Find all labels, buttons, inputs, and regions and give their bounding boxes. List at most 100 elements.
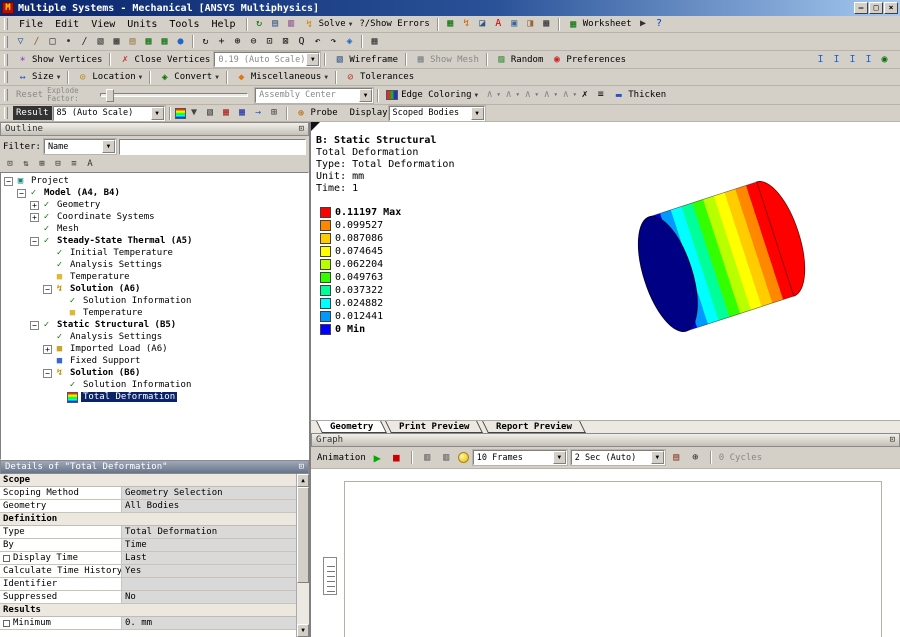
frames-select[interactable]: 10 Frames ▼: [471, 449, 568, 466]
result-scale-select[interactable]: 85 (Auto Scale) ▼: [51, 104, 166, 122]
show-mesh-button[interactable]: ▦ Show Mesh: [411, 52, 482, 68]
tab-print-preview[interactable]: Print Preview: [385, 421, 484, 433]
details-value[interactable]: [122, 578, 296, 590]
tree-item-solution-information[interactable]: ✓ Solution Information: [1, 379, 308, 391]
toolbar-grip[interactable]: [4, 53, 8, 66]
tree-item-analysis-settings[interactable]: ✓ Analysis Settings: [1, 259, 308, 271]
details-scrollbar[interactable]: ▲ ▼: [296, 474, 309, 637]
pan-view-icon[interactable]: +: [214, 34, 229, 49]
details-value[interactable]: All Bodies: [122, 500, 296, 512]
zoom-in-icon[interactable]: ⊕: [230, 34, 245, 49]
pin-icon[interactable]: ⊡: [299, 124, 304, 134]
rotate-view-icon[interactable]: ↻: [198, 34, 213, 49]
contour-mode-icon[interactable]: ▼: [187, 106, 202, 121]
expand-all-icon[interactable]: ⊞: [35, 158, 49, 171]
edge-direction-option[interactable]: ∧ ▼: [501, 88, 520, 103]
tools-grid-icon[interactable]: ▦: [443, 17, 458, 32]
menu-tools[interactable]: Tools: [163, 18, 205, 31]
chart-view-icon[interactable]: ▥: [284, 17, 299, 32]
tree-expand-toggle[interactable]: +: [30, 200, 39, 210]
contour-bands-icon[interactable]: [174, 107, 186, 119]
tab-geometry[interactable]: Geometry: [316, 421, 388, 433]
clipboard-copy-icon[interactable]: ▤: [125, 34, 140, 49]
menu-file[interactable]: File: [13, 18, 49, 31]
chevron-down-icon[interactable]: ▼: [650, 451, 664, 464]
export-video-icon[interactable]: ▤: [669, 450, 684, 465]
face-filter-icon[interactable]: ▧: [93, 34, 108, 49]
lightbulb-icon[interactable]: [457, 452, 469, 463]
details-value[interactable]: Last: [122, 552, 296, 564]
update-frequency-icon[interactable]: ▥: [439, 450, 454, 465]
bolt-tool-icon[interactable]: ↯: [459, 17, 474, 32]
close-button[interactable]: ×: [884, 2, 898, 14]
beam-orientation-icon[interactable]: I: [845, 52, 860, 67]
graph-chart-area[interactable]: [311, 469, 900, 637]
deformation-scale-select[interactable]: 0.19 (Auto Scale) ▼: [213, 51, 322, 68]
stop-icon[interactable]: ■: [389, 450, 404, 465]
name-sort-icon[interactable]: A: [83, 158, 97, 171]
miscellaneous-button[interactable]: ◆ Miscellaneous ▼: [232, 69, 331, 85]
size-button[interactable]: ↔ Size ▼: [13, 69, 63, 85]
edge-direction-option[interactable]: ∧ ▼: [539, 88, 558, 103]
no-edges-icon[interactable]: ✗: [577, 88, 592, 103]
selection-info-icon[interactable]: ▦: [157, 34, 172, 49]
close-vertices-button[interactable]: ✗ Close Vertices: [115, 52, 213, 68]
maximize-button[interactable]: □: [869, 2, 883, 14]
tree-item-total-deformation[interactable]: Total Deformation: [1, 391, 308, 403]
min-annotation-icon[interactable]: ▦: [235, 106, 250, 121]
deformed-cylinder-model[interactable]: [633, 164, 818, 354]
box-zoom-icon[interactable]: ⊡: [262, 34, 277, 49]
thicken-button[interactable]: ▬ Thicken: [609, 87, 669, 103]
worksheet-button[interactable]: ▦ Worksheet: [564, 16, 635, 32]
filter-icon[interactable]: ▽: [13, 34, 28, 49]
magnifier-icon[interactable]: Q: [294, 34, 309, 49]
checkbox[interactable]: [3, 619, 10, 627]
chevron-down-icon[interactable]: ▼: [306, 53, 320, 66]
show-details-icon[interactable]: ⊡: [3, 158, 17, 171]
filter-input[interactable]: [118, 138, 306, 155]
scroll-up-icon[interactable]: ▲: [297, 474, 309, 487]
snapshot-icon[interactable]: ▣: [507, 17, 522, 32]
minimize-button[interactable]: –: [854, 2, 868, 14]
chevron-down-icon[interactable]: ▼: [150, 106, 164, 120]
tree-item-solution-a6[interactable]: − ↯ Solution (A6): [1, 283, 308, 295]
select-mode-icon[interactable]: □: [45, 34, 60, 49]
tree-item-geometry[interactable]: + ✓ Geometry: [1, 199, 308, 211]
tree-expand-toggle[interactable]: −: [43, 368, 52, 378]
globe-icon[interactable]: ●: [173, 34, 188, 49]
outline-header[interactable]: Outline ⊡: [0, 122, 309, 136]
play-icon[interactable]: ▶: [370, 450, 385, 465]
geometry-viewport[interactable]: B: Static Structural Total Deformation Typ…: [310, 122, 900, 420]
body-filter-icon[interactable]: ▩: [109, 34, 124, 49]
what-is-this-icon[interactable]: ?: [652, 17, 667, 32]
viewports-icon[interactable]: ▦: [367, 34, 382, 49]
report-chart-icon[interactable]: ▩: [539, 17, 554, 32]
chevron-down-icon[interactable]: ▼: [552, 451, 566, 464]
details-value[interactable]: No: [122, 591, 296, 603]
slider-thumb[interactable]: [106, 89, 115, 102]
filter-type-select[interactable]: Name ▼: [42, 138, 117, 155]
graph-axis-widget[interactable]: [323, 557, 337, 595]
beam-display-icon[interactable]: I: [813, 52, 828, 67]
convert-button[interactable]: ◈ Convert ▼: [155, 69, 222, 85]
annotation-icon[interactable]: A: [491, 17, 506, 32]
iso-view-icon[interactable]: ◈: [342, 34, 357, 49]
toolbar-grip[interactable]: [4, 107, 8, 119]
menu-edit[interactable]: Edit: [49, 18, 85, 31]
tree-expand-toggle[interactable]: −: [43, 284, 52, 294]
location-button[interactable]: ⊙ Location ▼: [73, 69, 145, 85]
random-colors-button[interactable]: ▨ Random: [492, 52, 547, 68]
scroll-down-icon[interactable]: ▼: [297, 624, 309, 637]
tree-item-coordinate-systems[interactable]: + ✓ Coordinate Systems: [1, 211, 308, 223]
max-annotation-icon[interactable]: ▦: [219, 106, 234, 121]
toolbar-grip[interactable]: [4, 89, 8, 101]
pin-icon[interactable]: ⊡: [890, 435, 895, 445]
chevron-down-icon[interactable]: ▼: [359, 88, 373, 102]
probe-button[interactable]: ⊕ Probe: [292, 105, 341, 121]
tree-item-temperature[interactable]: ■ Temperature: [1, 271, 308, 283]
chevron-down-icon[interactable]: ▼: [470, 106, 484, 120]
menu-units[interactable]: Units: [121, 18, 163, 31]
tree-item-temperature[interactable]: ■ Temperature: [1, 307, 308, 319]
tree-item-analysis-settings[interactable]: ✓ Analysis Settings: [1, 331, 308, 343]
vector-plot-icon[interactable]: →: [251, 106, 266, 121]
